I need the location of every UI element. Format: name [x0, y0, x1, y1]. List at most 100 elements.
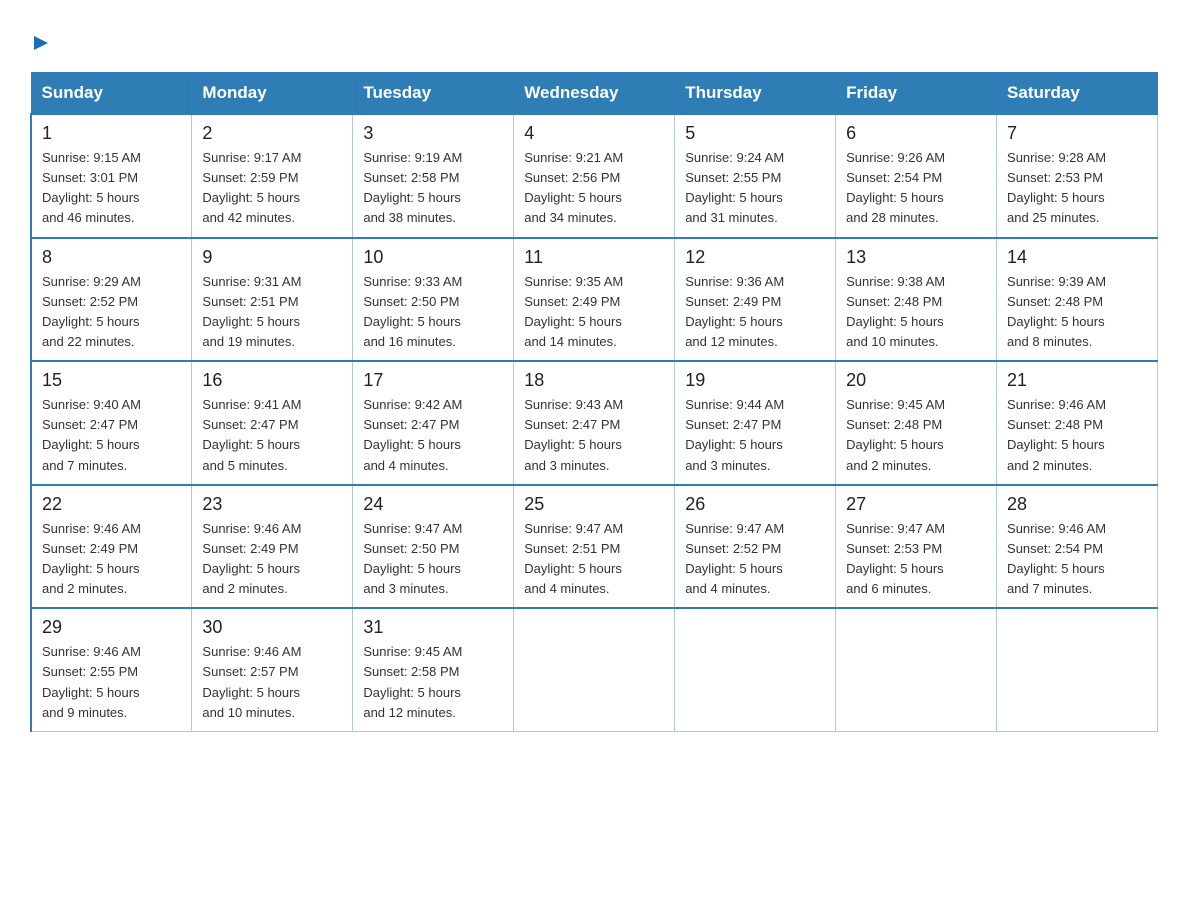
calendar-day-cell: 25 Sunrise: 9:47 AM Sunset: 2:51 PM Dayli…: [514, 485, 675, 609]
weekday-header-wednesday: Wednesday: [514, 73, 675, 115]
day-number: 15: [42, 370, 181, 391]
calendar-day-cell: 9 Sunrise: 9:31 AM Sunset: 2:51 PM Daylig…: [192, 238, 353, 362]
weekday-header-tuesday: Tuesday: [353, 73, 514, 115]
day-number: 9: [202, 247, 342, 268]
logo-arrow-icon: [30, 32, 52, 54]
day-info: Sunrise: 9:17 AM Sunset: 2:59 PM Dayligh…: [202, 148, 342, 229]
calendar-day-cell: 11 Sunrise: 9:35 AM Sunset: 2:49 PM Dayli…: [514, 238, 675, 362]
day-info: Sunrise: 9:19 AM Sunset: 2:58 PM Dayligh…: [363, 148, 503, 229]
calendar-day-cell: 31Sunrise: 9:45 AM Sunset: 2:58 PM Dayli…: [353, 608, 514, 731]
day-number: 13: [846, 247, 986, 268]
day-info: Sunrise: 9:47 AM Sunset: 2:50 PM Dayligh…: [363, 519, 503, 600]
weekday-header-sunday: Sunday: [31, 73, 192, 115]
day-info: Sunrise: 9:38 AM Sunset: 2:48 PM Dayligh…: [846, 272, 986, 353]
calendar-day-cell: 1 Sunrise: 9:15 AM Sunset: 3:01 PM Daylig…: [31, 114, 192, 238]
calendar-table: SundayMondayTuesdayWednesdayThursdayFrid…: [30, 72, 1158, 732]
day-number: 17: [363, 370, 503, 391]
day-info: Sunrise: 9:46 AM Sunset: 2:54 PM Dayligh…: [1007, 519, 1147, 600]
day-number: 23: [202, 494, 342, 515]
day-number: 21: [1007, 370, 1147, 391]
calendar-day-cell: 23 Sunrise: 9:46 AM Sunset: 2:49 PM Dayli…: [192, 485, 353, 609]
day-number: 2: [202, 123, 342, 144]
day-number: 4: [524, 123, 664, 144]
calendar-day-cell: 12Sunrise: 9:36 AM Sunset: 2:49 PM Dayli…: [675, 238, 836, 362]
day-number: 19: [685, 370, 825, 391]
calendar-day-cell: 16 Sunrise: 9:41 AM Sunset: 2:47 PM Dayli…: [192, 361, 353, 485]
weekday-header-thursday: Thursday: [675, 73, 836, 115]
day-number: 11: [524, 247, 664, 268]
calendar-day-cell: 30Sunrise: 9:46 AM Sunset: 2:57 PM Dayli…: [192, 608, 353, 731]
day-number: 6: [846, 123, 986, 144]
day-number: 8: [42, 247, 181, 268]
calendar-day-cell: 27 Sunrise: 9:47 AM Sunset: 2:53 PM Dayli…: [836, 485, 997, 609]
day-number: 25: [524, 494, 664, 515]
day-number: 7: [1007, 123, 1147, 144]
empty-day-cell: [997, 608, 1158, 731]
day-info: Sunrise: 9:46 AM Sunset: 2:57 PM Dayligh…: [202, 642, 342, 723]
day-info: Sunrise: 9:28 AM Sunset: 2:53 PM Dayligh…: [1007, 148, 1147, 229]
calendar-day-cell: 8Sunrise: 9:29 AM Sunset: 2:52 PM Daylig…: [31, 238, 192, 362]
empty-day-cell: [514, 608, 675, 731]
day-number: 29: [42, 617, 181, 638]
calendar-day-cell: 15 Sunrise: 9:40 AM Sunset: 2:47 PM Dayli…: [31, 361, 192, 485]
day-number: 16: [202, 370, 342, 391]
calendar-day-cell: 14 Sunrise: 9:39 AM Sunset: 2:48 PM Dayli…: [997, 238, 1158, 362]
calendar-week-row: 8Sunrise: 9:29 AM Sunset: 2:52 PM Daylig…: [31, 238, 1158, 362]
day-number: 27: [846, 494, 986, 515]
empty-day-cell: [675, 608, 836, 731]
calendar-week-row: 29 Sunrise: 9:46 AM Sunset: 2:55 PM Dayli…: [31, 608, 1158, 731]
day-info: Sunrise: 9:41 AM Sunset: 2:47 PM Dayligh…: [202, 395, 342, 476]
calendar-day-cell: 4 Sunrise: 9:21 AM Sunset: 2:56 PM Daylig…: [514, 114, 675, 238]
day-number: 5: [685, 123, 825, 144]
day-number: 14: [1007, 247, 1147, 268]
calendar-day-cell: 28 Sunrise: 9:46 AM Sunset: 2:54 PM Dayli…: [997, 485, 1158, 609]
calendar-week-row: 1 Sunrise: 9:15 AM Sunset: 3:01 PM Daylig…: [31, 114, 1158, 238]
day-info: Sunrise: 9:46 AM Sunset: 2:48 PM Dayligh…: [1007, 395, 1147, 476]
day-number: 31: [363, 617, 503, 638]
day-number: 28: [1007, 494, 1147, 515]
day-info: Sunrise: 9:46 AM Sunset: 2:49 PM Dayligh…: [202, 519, 342, 600]
day-info: Sunrise: 9:47 AM Sunset: 2:51 PM Dayligh…: [524, 519, 664, 600]
day-info: Sunrise: 9:35 AM Sunset: 2:49 PM Dayligh…: [524, 272, 664, 353]
day-info: Sunrise: 9:33 AM Sunset: 2:50 PM Dayligh…: [363, 272, 503, 353]
day-number: 22: [42, 494, 181, 515]
calendar-day-cell: 7 Sunrise: 9:28 AM Sunset: 2:53 PM Daylig…: [997, 114, 1158, 238]
day-number: 26: [685, 494, 825, 515]
day-number: 20: [846, 370, 986, 391]
day-info: Sunrise: 9:39 AM Sunset: 2:48 PM Dayligh…: [1007, 272, 1147, 353]
day-number: 18: [524, 370, 664, 391]
logo: [30, 20, 52, 54]
day-info: Sunrise: 9:24 AM Sunset: 2:55 PM Dayligh…: [685, 148, 825, 229]
day-info: Sunrise: 9:46 AM Sunset: 2:55 PM Dayligh…: [42, 642, 181, 723]
day-info: Sunrise: 9:47 AM Sunset: 2:52 PM Dayligh…: [685, 519, 825, 600]
calendar-day-cell: 21 Sunrise: 9:46 AM Sunset: 2:48 PM Dayli…: [997, 361, 1158, 485]
day-info: Sunrise: 9:44 AM Sunset: 2:47 PM Dayligh…: [685, 395, 825, 476]
calendar-day-cell: 18Sunrise: 9:43 AM Sunset: 2:47 PM Dayli…: [514, 361, 675, 485]
day-info: Sunrise: 9:45 AM Sunset: 2:48 PM Dayligh…: [846, 395, 986, 476]
calendar-day-cell: 3 Sunrise: 9:19 AM Sunset: 2:58 PM Daylig…: [353, 114, 514, 238]
day-info: Sunrise: 9:15 AM Sunset: 3:01 PM Dayligh…: [42, 148, 181, 229]
empty-day-cell: [836, 608, 997, 731]
calendar-day-cell: 19 Sunrise: 9:44 AM Sunset: 2:47 PM Dayli…: [675, 361, 836, 485]
day-info: Sunrise: 9:31 AM Sunset: 2:51 PM Dayligh…: [202, 272, 342, 353]
calendar-day-cell: 29 Sunrise: 9:46 AM Sunset: 2:55 PM Dayli…: [31, 608, 192, 731]
day-number: 3: [363, 123, 503, 144]
day-info: Sunrise: 9:47 AM Sunset: 2:53 PM Dayligh…: [846, 519, 986, 600]
calendar-header-row: SundayMondayTuesdayWednesdayThursdayFrid…: [31, 73, 1158, 115]
calendar-day-cell: 13 Sunrise: 9:38 AM Sunset: 2:48 PM Dayli…: [836, 238, 997, 362]
calendar-day-cell: 6 Sunrise: 9:26 AM Sunset: 2:54 PM Daylig…: [836, 114, 997, 238]
page-header: [30, 20, 1158, 54]
day-info: Sunrise: 9:42 AM Sunset: 2:47 PM Dayligh…: [363, 395, 503, 476]
calendar-day-cell: 5 Sunrise: 9:24 AM Sunset: 2:55 PM Daylig…: [675, 114, 836, 238]
calendar-week-row: 22 Sunrise: 9:46 AM Sunset: 2:49 PM Dayli…: [31, 485, 1158, 609]
calendar-day-cell: 24Sunrise: 9:47 AM Sunset: 2:50 PM Dayli…: [353, 485, 514, 609]
day-number: 12: [685, 247, 825, 268]
logo-blue-text: [30, 26, 52, 58]
day-info: Sunrise: 9:21 AM Sunset: 2:56 PM Dayligh…: [524, 148, 664, 229]
weekday-header-saturday: Saturday: [997, 73, 1158, 115]
day-info: Sunrise: 9:26 AM Sunset: 2:54 PM Dayligh…: [846, 148, 986, 229]
day-info: Sunrise: 9:40 AM Sunset: 2:47 PM Dayligh…: [42, 395, 181, 476]
day-number: 10: [363, 247, 503, 268]
day-number: 1: [42, 123, 181, 144]
weekday-header-friday: Friday: [836, 73, 997, 115]
